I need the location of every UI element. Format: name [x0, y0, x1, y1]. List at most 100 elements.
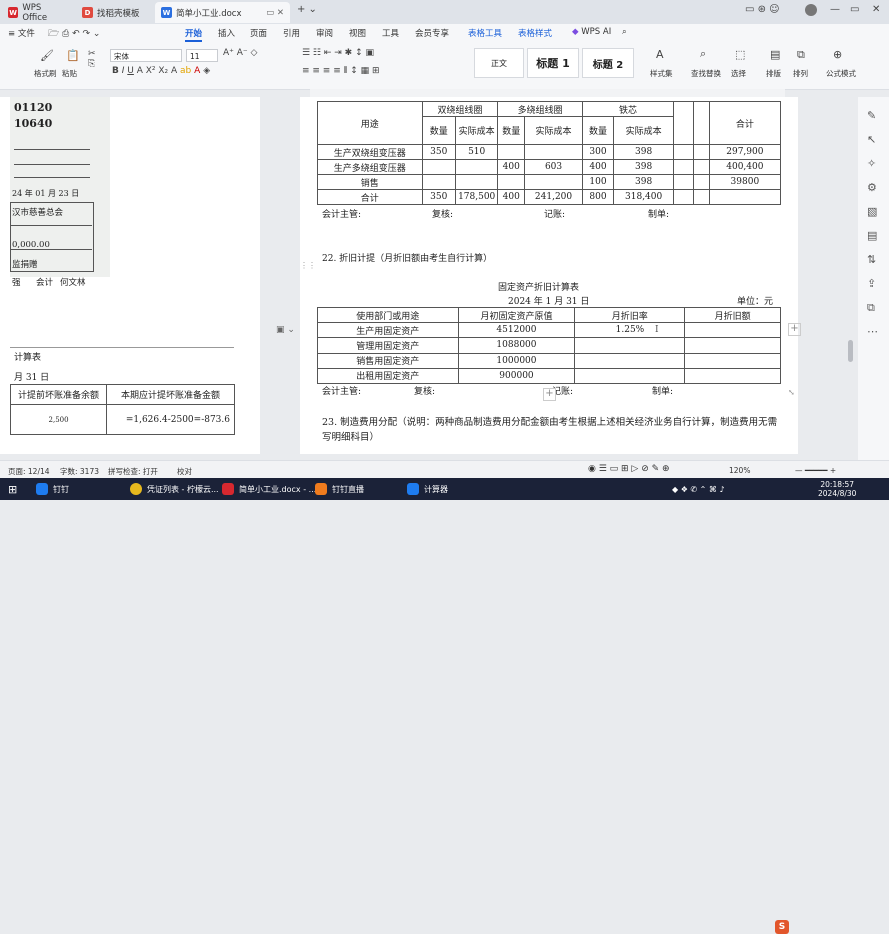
tab-document[interactable]: W 简单小工业.docx ▭ ✕: [155, 2, 290, 23]
taskbar-item-live[interactable]: 钉钉直播: [315, 478, 364, 500]
new-tab-icon[interactable]: + ⌄: [297, 4, 317, 15]
cell[interactable]: 生产多绕组变压器: [317, 159, 423, 175]
menu-view[interactable]: 视图: [349, 27, 366, 39]
formula-icon[interactable]: ⊕: [833, 48, 842, 61]
menu-table-style[interactable]: 表格样式: [518, 27, 552, 39]
cell[interactable]: [574, 352, 686, 369]
cell[interactable]: [684, 352, 781, 369]
cell[interactable]: 合计: [317, 189, 423, 205]
cell[interactable]: [574, 367, 686, 384]
view-mode-icons[interactable]: ◉ ☰ ▭ ⊞ ▷ ⊘ ✎ ⊕: [588, 464, 670, 474]
taskbar-item-browser[interactable]: 凭证列表 - 柠檬云...: [130, 478, 219, 500]
menu-reference[interactable]: 引用: [283, 27, 300, 39]
close-icon[interactable]: ✕: [872, 4, 880, 15]
cell[interactable]: 400,400: [708, 159, 782, 175]
arrange-icon[interactable]: ⧉: [797, 48, 805, 62]
taskbar-item-document[interactable]: 简单小工业.docx - ...: [222, 478, 316, 500]
cell[interactable]: [524, 174, 583, 190]
add-column-icon[interactable]: +: [788, 323, 801, 336]
cell[interactable]: 100: [581, 174, 615, 190]
format-painter-icon[interactable]: 🖌: [40, 49, 54, 62]
cell[interactable]: 297,900: [708, 144, 782, 160]
paragraph-handle-icon[interactable]: ▣ ⌄: [276, 325, 295, 335]
cell[interactable]: [524, 144, 583, 160]
menu-review[interactable]: 审阅: [316, 27, 333, 39]
style-heading1[interactable]: 标题 1: [527, 48, 579, 78]
sogou-ime-icon[interactable]: S: [775, 920, 789, 934]
tab-close-icon[interactable]: ▭ ✕: [266, 8, 284, 18]
arrange-label[interactable]: 排列: [793, 68, 808, 79]
cell[interactable]: 398: [613, 159, 675, 175]
more-icon[interactable]: ⋯: [867, 325, 878, 338]
cell[interactable]: 350: [421, 144, 456, 160]
minimize-icon[interactable]: —: [830, 4, 840, 15]
add-row-icon[interactable]: +: [543, 388, 556, 401]
formula-label[interactable]: 公式模式: [826, 68, 856, 79]
cell[interactable]: [684, 337, 781, 354]
font-grow-shrink-icons[interactable]: A⁺ A⁻ ◇: [223, 48, 257, 58]
style-set-icon[interactable]: A: [656, 48, 664, 61]
cell[interactable]: [421, 174, 456, 190]
table-handle-icon[interactable]: ⋮⋮: [300, 261, 316, 270]
cell[interactable]: 400: [581, 159, 615, 175]
cell[interactable]: [421, 159, 456, 175]
font-size-select[interactable]: 11: [186, 49, 218, 62]
cell[interactable]: 398: [613, 174, 675, 190]
zoom-slider[interactable]: — ━━━━━ +: [795, 466, 836, 475]
cell[interactable]: 4512000: [457, 322, 576, 339]
quick-access-icons[interactable]: 🗁 ⎙ ↶ ↷ ⌄: [48, 26, 100, 42]
cell[interactable]: 398: [613, 144, 675, 160]
cell[interactable]: 350: [421, 189, 456, 205]
zoom-level[interactable]: 120%: [729, 466, 750, 475]
cell[interactable]: 178,500: [454, 189, 499, 205]
tab-template[interactable]: D 找稻壳模板: [76, 2, 156, 23]
find-replace-icon[interactable]: ⌕: [700, 47, 706, 61]
style-set-label[interactable]: 样式集: [650, 68, 673, 79]
menu-table-tools[interactable]: 表格工具: [468, 27, 502, 39]
share-icon[interactable]: ⇪: [867, 277, 876, 290]
align-icons[interactable]: ≡ ≡ ≡ ≡ ⫴ ↕ ▦ ⊞: [302, 66, 380, 76]
cell[interactable]: [497, 174, 526, 190]
menu-page[interactable]: 页面: [250, 27, 267, 39]
select-icon[interactable]: ⬚: [735, 48, 745, 61]
window-controls-icons[interactable]: ▭ ⊛ ☺: [745, 4, 780, 15]
tray-icons[interactable]: ◆ ❖ ✆ ⌃ ⌘ ♪: [672, 478, 725, 500]
menu-wps-ai[interactable]: ◆ WPS AI: [572, 27, 611, 37]
cell[interactable]: 800: [581, 189, 615, 205]
cell[interactable]: 销售用固定资产: [317, 352, 459, 369]
spell-check[interactable]: 拼写检查: 打开: [108, 466, 158, 477]
find-replace-label[interactable]: 查找替换: [691, 68, 721, 79]
font-style-icons[interactable]: B I U A X² X₂ A ab A ◈: [112, 66, 210, 76]
menu-insert[interactable]: 插入: [218, 27, 235, 39]
tab-wps-office[interactable]: W WPS Office: [2, 2, 72, 23]
image-icon[interactable]: ▧: [867, 205, 877, 218]
menu-start[interactable]: 开始: [185, 27, 203, 42]
cell[interactable]: 1000000: [457, 352, 576, 369]
style-normal[interactable]: 正文: [474, 48, 524, 78]
cell[interactable]: 241,200: [524, 189, 583, 205]
cell[interactable]: 生产用固定资产: [317, 322, 459, 339]
layout-icon[interactable]: ▤: [770, 48, 780, 61]
select-label[interactable]: 选择: [731, 68, 746, 79]
properties-icon[interactable]: ⚙: [867, 181, 877, 194]
page-indicator[interactable]: 页面: 12/14: [8, 466, 50, 477]
sort-icon[interactable]: ⇅: [867, 253, 876, 266]
search-icon[interactable]: ⌕: [622, 27, 627, 37]
cell[interactable]: 603: [524, 159, 583, 175]
cell[interactable]: [574, 337, 686, 354]
book-icon[interactable]: ▤: [867, 229, 877, 242]
vertical-scrollbar[interactable]: [848, 340, 853, 362]
taskbar-item-dingtalk[interactable]: 钉钉: [36, 478, 69, 500]
cell[interactable]: [454, 174, 499, 190]
cell[interactable]: 900000: [457, 367, 576, 384]
edit-icon[interactable]: ✎: [867, 109, 876, 122]
cell[interactable]: 510: [454, 144, 499, 160]
cut-copy-icons[interactable]: ✂ ⎘: [88, 49, 96, 69]
cell[interactable]: 销售: [317, 174, 423, 190]
cell[interactable]: [454, 159, 499, 175]
menu-member[interactable]: 会员专享: [415, 27, 449, 39]
rate-cell-active[interactable]: 1.25%: [574, 322, 686, 339]
table-resize-icon[interactable]: ⤡: [788, 388, 795, 397]
paste-icon[interactable]: 📋: [66, 49, 80, 62]
cell[interactable]: [708, 189, 782, 205]
